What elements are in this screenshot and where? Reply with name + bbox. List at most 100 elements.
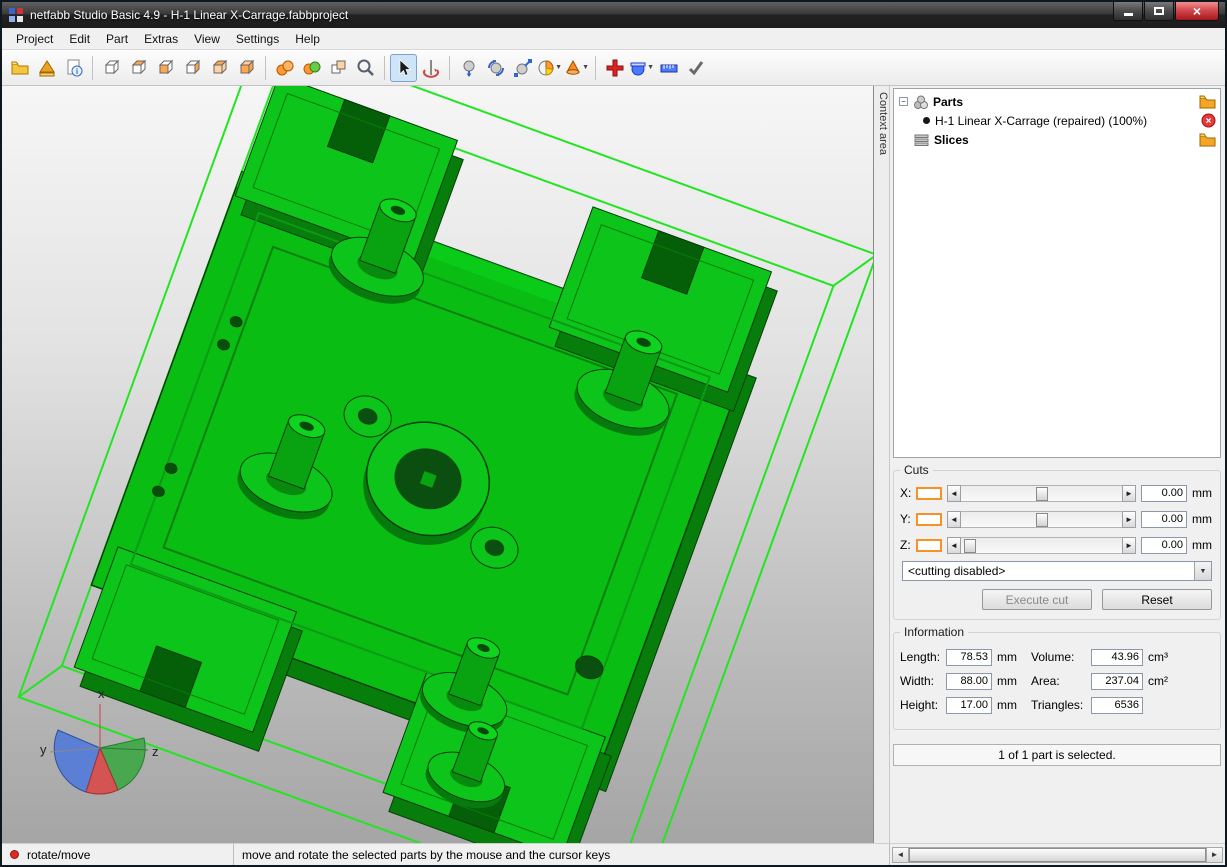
slider-right-arrow-icon[interactable]: ► [1122, 485, 1136, 502]
volume-value[interactable] [1091, 649, 1143, 666]
toolbar: i [2, 50, 1225, 86]
axis-y-label: y [40, 742, 47, 757]
repair-spheres-icon[interactable] [271, 54, 298, 82]
cutting-mode-select[interactable]: <cutting disabled> ▼ [902, 561, 1212, 581]
slider-left-arrow-icon[interactable]: ◄ [947, 511, 961, 528]
menu-settings[interactable]: Settings [228, 30, 287, 48]
validate-check-icon[interactable] [682, 54, 709, 82]
reset-button[interactable]: Reset [1102, 589, 1212, 610]
menu-extras[interactable]: Extras [136, 30, 186, 48]
menu-edit[interactable]: Edit [61, 30, 98, 48]
cut-sphere-icon[interactable]: ▼ [628, 54, 655, 82]
menu-view[interactable]: View [186, 30, 228, 48]
part-info-icon[interactable]: i [60, 54, 87, 82]
view-back-icon[interactable] [206, 54, 233, 82]
tree-row-slices[interactable]: Slices [894, 130, 1220, 149]
info-row-2: Width: mm Area: cm² [900, 669, 1216, 693]
rotate-part-icon[interactable] [482, 54, 509, 82]
cut-row-y: Y: ◄ ► mm [900, 509, 1214, 529]
tree-row-parts[interactable]: − Parts [894, 92, 1220, 111]
cut-z-slider[interactable]: ◄ ► [947, 537, 1136, 554]
chevron-down-icon[interactable]: ▼ [1194, 562, 1211, 580]
slider-right-arrow-icon[interactable]: ► [1122, 511, 1136, 528]
open-project-icon[interactable] [6, 54, 33, 82]
cut-z-swatch[interactable] [916, 539, 942, 552]
scroll-left-icon[interactable]: ◄ [893, 848, 909, 862]
cut-x-swatch[interactable] [916, 487, 942, 500]
view-side-icon[interactable] [179, 54, 206, 82]
maximize-icon [1154, 7, 1164, 15]
tree-row-part-item[interactable]: H-1 Linear X-Carrage (repaired) (100%) × [894, 111, 1220, 130]
minimize-button[interactable] [1113, 2, 1143, 21]
cut-x-value-input[interactable] [1141, 485, 1187, 502]
view-bottom-icon[interactable] [233, 54, 260, 82]
repair-plus-icon[interactable] [601, 54, 628, 82]
slices-label: Slices [934, 133, 969, 147]
info-row-3: Height: mm Triangles: [900, 693, 1216, 717]
cut-y-value-input[interactable] [1141, 511, 1187, 528]
toolbar-separator [265, 56, 266, 80]
scale-part-icon[interactable] [509, 54, 536, 82]
add-part-icon[interactable] [33, 54, 60, 82]
context-area-strip[interactable]: Context area [874, 86, 890, 843]
close-button[interactable]: × [1175, 2, 1219, 21]
view-iso-icon[interactable] [98, 54, 125, 82]
slices-folder-icon[interactable] [1199, 132, 1216, 150]
rotate-view-icon[interactable] [417, 54, 444, 82]
cut-z-value-input[interactable] [1141, 537, 1187, 554]
scroll-right-icon[interactable]: ► [1206, 848, 1222, 862]
cut-y-slider[interactable]: ◄ ► [947, 511, 1136, 528]
slider-right-arrow-icon[interactable]: ► [1122, 537, 1136, 554]
collapse-icon[interactable]: − [899, 97, 908, 106]
view-top-icon[interactable] [125, 54, 152, 82]
status-mode: rotate/move [2, 844, 234, 865]
viewport-3d[interactable]: x y z [2, 86, 874, 843]
title-bar[interactable]: netfabb Studio Basic 4.9 - H-1 Linear X-… [2, 2, 1225, 28]
slider-left-arrow-icon[interactable]: ◄ [947, 485, 961, 502]
height-value[interactable] [946, 697, 992, 714]
measure-ruler-icon[interactable] [655, 54, 682, 82]
menu-project[interactable]: Project [8, 30, 61, 48]
support-cone-icon[interactable]: ▼ [563, 54, 590, 82]
select-cursor-icon[interactable] [390, 54, 417, 82]
zoom-magnifier-icon[interactable] [352, 54, 379, 82]
cube-pair-icon[interactable] [325, 54, 352, 82]
execute-cut-button[interactable]: Execute cut [982, 589, 1092, 610]
info-row-1: Length: mm Volume: cm³ [900, 645, 1216, 669]
dropdown-arrow-icon: ▼ [582, 64, 589, 71]
cuts-title: Cuts [900, 463, 933, 477]
width-label: Width: [900, 674, 946, 688]
cut-x-slider[interactable]: ◄ ► [947, 485, 1136, 502]
area-value[interactable] [1091, 673, 1143, 690]
menu-part[interactable]: Part [98, 30, 136, 48]
view-front-icon[interactable] [152, 54, 179, 82]
menu-help[interactable]: Help [287, 30, 328, 48]
cut-y-slider-thumb[interactable] [1036, 513, 1048, 527]
cut-x-slider-thumb[interactable] [1036, 487, 1048, 501]
remove-part-icon[interactable]: × [1201, 113, 1216, 131]
cut-z-unit: mm [1192, 538, 1214, 552]
part-status-bullet-icon [923, 117, 930, 124]
analysis-pie-icon[interactable]: ▼ [536, 54, 563, 82]
sphere-pair-icon[interactable] [298, 54, 325, 82]
length-value[interactable] [946, 649, 992, 666]
slider-left-arrow-icon[interactable]: ◄ [947, 537, 961, 554]
information-title: Information [900, 625, 968, 639]
cut-x-label: X: [900, 486, 916, 500]
width-value[interactable] [946, 673, 992, 690]
parts-folder-icon[interactable] [1199, 94, 1216, 112]
status-scroll-area: ◄ ► [890, 844, 1225, 865]
move-part-icon[interactable] [455, 54, 482, 82]
selection-status: 1 of 1 part is selected. [893, 744, 1221, 766]
cut-z-slider-thumb[interactable] [964, 539, 976, 553]
cut-y-swatch[interactable] [916, 513, 942, 526]
parts-group-icon [912, 93, 929, 110]
triangles-value[interactable] [1091, 697, 1143, 714]
maximize-button[interactable] [1144, 2, 1174, 21]
dropdown-arrow-icon: ▼ [647, 64, 654, 71]
horizontal-scrollbar[interactable]: ◄ ► [892, 847, 1223, 863]
netfabb-logo-icon [8, 7, 24, 23]
scrollbar-thumb[interactable] [909, 848, 1206, 862]
svg-text:i: i [75, 67, 77, 76]
axis-x-label: x [98, 686, 105, 701]
